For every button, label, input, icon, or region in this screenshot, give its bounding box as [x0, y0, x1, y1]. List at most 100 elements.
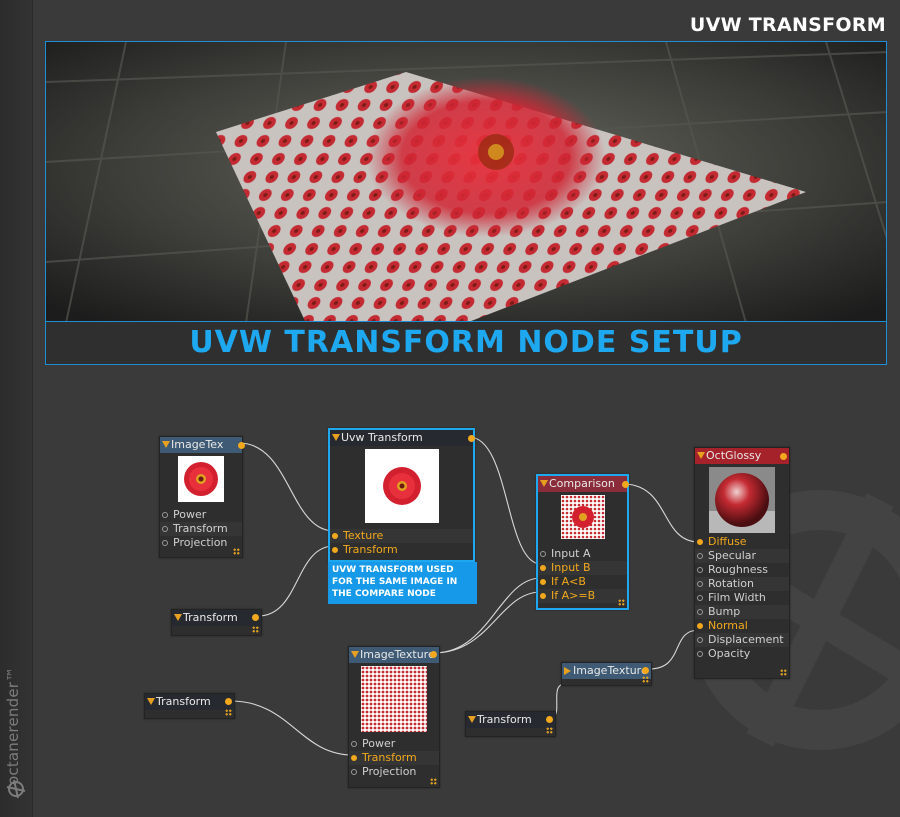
node-uvw-transform[interactable]: Uvw Transform Texture Transform — [328, 428, 475, 562]
collapse-icon[interactable] — [351, 651, 359, 658]
node-title: ImageTexture — [360, 648, 435, 661]
pin-socket[interactable] — [540, 565, 546, 571]
pin-socket[interactable] — [697, 567, 703, 573]
pin-transform[interactable]: Transform — [160, 522, 242, 536]
pin-socket[interactable] — [332, 533, 338, 539]
node-imagetexture[interactable]: ImageTexture Power Transform Projection — [348, 646, 440, 788]
pin-socket[interactable] — [697, 637, 703, 643]
brand-sidebar: octanerender™ — [0, 0, 33, 817]
node-grip-icon[interactable] — [642, 676, 649, 683]
node-grip-icon[interactable] — [233, 548, 240, 555]
pin-socket[interactable] — [351, 741, 357, 747]
output-pin[interactable] — [622, 481, 629, 488]
pin-bump[interactable]: Bump — [695, 605, 789, 619]
pin-socket[interactable] — [351, 769, 357, 775]
pin-socket[interactable] — [697, 539, 703, 545]
brand-label: octanerender™ — [4, 666, 22, 785]
node-header[interactable]: Uvw Transform — [330, 430, 473, 446]
node-title: Comparison — [549, 477, 615, 490]
wire-transform-uvw — [257, 545, 335, 617]
node-header[interactable]: ImageTex — [160, 437, 242, 453]
pin-specular[interactable]: Specular — [695, 549, 789, 563]
collapse-icon[interactable] — [468, 716, 476, 723]
node-transform[interactable]: Transform — [465, 711, 556, 737]
node-imagetexture-collapsed[interactable]: ImageTexture — [561, 662, 652, 686]
node-header[interactable]: Transform — [466, 712, 555, 728]
pin-socket[interactable] — [540, 593, 546, 599]
pin-projection[interactable]: Projection — [349, 765, 439, 779]
pin-power[interactable]: Power — [160, 508, 242, 522]
collapse-icon[interactable] — [174, 614, 182, 621]
pin-diffuse[interactable]: Diffuse — [695, 535, 789, 549]
output-pin[interactable] — [642, 667, 649, 674]
output-pin[interactable] — [430, 651, 437, 658]
output-pin[interactable] — [252, 614, 259, 621]
pin-input-a[interactable]: Input A — [538, 547, 627, 561]
node-grip-icon[interactable] — [618, 599, 625, 606]
pin-socket[interactable] — [697, 553, 703, 559]
collapse-icon[interactable] — [540, 480, 548, 487]
collapse-icon[interactable] — [162, 441, 170, 448]
pin-transform[interactable]: Transform — [349, 751, 439, 765]
pin-socket[interactable] — [540, 551, 546, 557]
node-grip-icon[interactable] — [546, 727, 553, 734]
pin-socket[interactable] — [697, 651, 703, 657]
node-title: Transform — [183, 611, 238, 624]
node-title: Transform — [156, 695, 211, 708]
flower-thumbnail — [178, 456, 224, 502]
node-header[interactable]: ImageTexture — [349, 647, 439, 663]
output-pin[interactable] — [780, 453, 787, 460]
pin-displacement[interactable]: Displacement — [695, 633, 789, 647]
node-grip-icon[interactable] — [430, 778, 437, 785]
output-pin[interactable] — [238, 442, 245, 449]
node-header[interactable]: Transform — [145, 694, 234, 710]
node-transform[interactable]: Transform — [144, 693, 235, 719]
wire-transform-imgtransform — [230, 700, 354, 756]
pin-transform[interactable]: Transform — [330, 543, 473, 557]
node-grip-icon[interactable] — [225, 709, 232, 716]
render-preview — [45, 41, 887, 322]
pin-socket[interactable] — [332, 547, 338, 553]
pin-socket[interactable] — [697, 609, 703, 615]
collapse-icon[interactable] — [332, 434, 340, 441]
node-transform[interactable]: Transform — [171, 609, 262, 636]
collapse-icon[interactable] — [697, 452, 705, 459]
node-title: ImageTexture — [573, 664, 648, 677]
output-pin[interactable] — [546, 716, 553, 723]
pin-socket[interactable] — [697, 581, 703, 587]
collapse-icon[interactable] — [147, 698, 155, 705]
node-grip-icon[interactable] — [780, 669, 787, 676]
pin-normal[interactable]: Normal — [695, 619, 789, 633]
pin-socket[interactable] — [162, 512, 168, 518]
node-header[interactable]: Comparison — [538, 476, 627, 492]
node-imagetex[interactable]: ImageTex Power Transform Projection — [159, 436, 245, 558]
output-pin[interactable] — [225, 698, 232, 705]
node-header[interactable]: ImageTexture — [562, 663, 651, 679]
pin-if-a-gteq-b[interactable]: If A>=B — [538, 589, 627, 603]
pin-socket[interactable] — [697, 595, 703, 601]
node-title: OctGlossy — [706, 449, 762, 462]
output-pin[interactable] — [468, 435, 475, 442]
expand-icon[interactable] — [564, 667, 571, 675]
pin-socket[interactable] — [351, 755, 357, 761]
pin-opacity[interactable]: Opacity — [695, 647, 789, 661]
pin-socket[interactable] — [162, 526, 168, 532]
pin-power[interactable]: Power — [349, 737, 439, 751]
pin-input-b[interactable]: Input B — [538, 561, 627, 575]
node-header[interactable]: Transform — [172, 610, 261, 626]
pin-socket[interactable] — [697, 623, 703, 629]
node-octglossy[interactable]: OctGlossy Diffuse Specular Roughness Rot… — [694, 447, 790, 679]
pin-socket[interactable] — [162, 540, 168, 546]
pin-projection[interactable]: Projection — [160, 536, 242, 550]
render-image — [46, 42, 886, 321]
pin-socket[interactable] — [540, 579, 546, 585]
node-comparison[interactable]: Comparison Input A Input B If A<B If A>=… — [536, 474, 629, 610]
node-grip-icon[interactable] — [252, 626, 259, 633]
pin-if-a-less-b[interactable]: If A<B — [538, 575, 627, 589]
node-title: Uvw Transform — [341, 431, 423, 444]
node-header[interactable]: OctGlossy — [695, 448, 789, 464]
pin-rotation[interactable]: Rotation — [695, 577, 789, 591]
pin-film-width[interactable]: Film Width — [695, 591, 789, 605]
pin-roughness[interactable]: Roughness — [695, 563, 789, 577]
pin-texture[interactable]: Texture — [330, 529, 473, 543]
